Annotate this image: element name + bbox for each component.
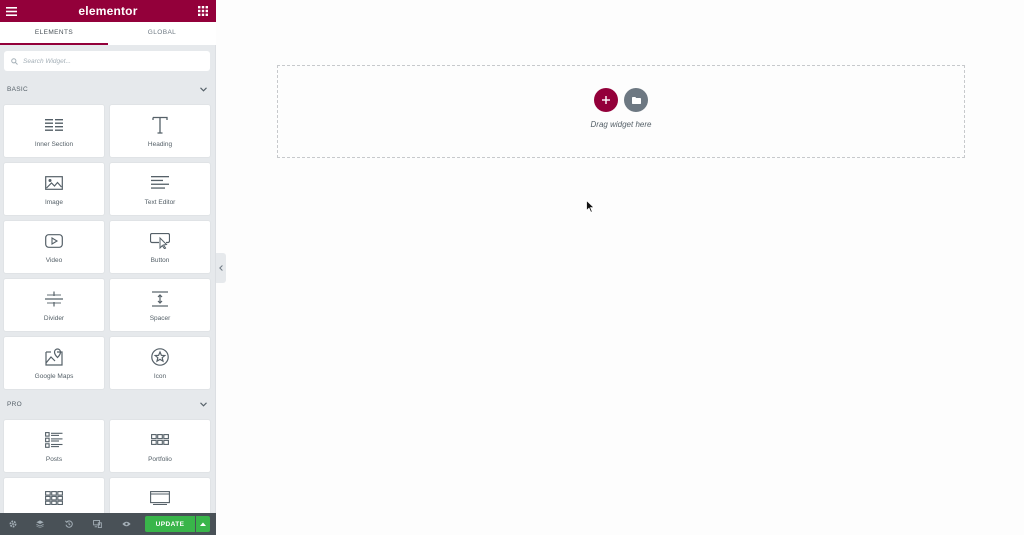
settings-icon[interactable] xyxy=(0,513,25,535)
widget-label: Icon xyxy=(153,372,167,380)
widget-label: Portfolio xyxy=(148,455,172,463)
widget-label: Video xyxy=(45,256,63,264)
widget-image[interactable]: Image xyxy=(4,163,104,215)
dropzone-buttons xyxy=(594,88,648,112)
widget-inner-section[interactable]: Inner Section xyxy=(4,105,104,157)
search-box xyxy=(4,51,210,71)
spacer-icon xyxy=(151,289,169,309)
widget-label: Button xyxy=(150,256,170,264)
caret-up-icon[interactable] xyxy=(196,516,210,532)
panel-title: elementor xyxy=(78,4,138,18)
update-button[interactable]: UPDATE xyxy=(145,516,195,532)
add-section-button[interactable] xyxy=(594,88,618,112)
chevron-left-icon xyxy=(219,265,223,271)
widget-heading[interactable]: Heading xyxy=(110,105,210,157)
tab-elements[interactable]: ELEMENTS xyxy=(0,22,108,45)
elements-panel: elementor ELEMENTS GLOBAL BASIC xyxy=(0,0,216,535)
widget-label: Posts xyxy=(45,455,63,463)
widget-label: Heading xyxy=(147,140,173,148)
widget-icon[interactable]: Icon xyxy=(110,337,210,389)
gallery-icon xyxy=(45,488,63,507)
divider-icon xyxy=(45,289,63,309)
inner-section-icon xyxy=(45,115,63,135)
tab-global[interactable]: GLOBAL xyxy=(108,22,216,45)
panel-header: elementor xyxy=(0,0,216,22)
widget-label: Google Maps xyxy=(34,372,74,380)
collapse-panel-button[interactable] xyxy=(216,253,226,283)
folder-icon xyxy=(631,96,641,104)
elementor-editor: elementor ELEMENTS GLOBAL BASIC xyxy=(0,0,1024,535)
widget-label: Image xyxy=(44,198,64,206)
widget-label: Inner Section xyxy=(34,140,74,148)
google-maps-icon xyxy=(45,347,63,367)
widget-spacer[interactable]: Spacer xyxy=(110,279,210,331)
empty-section-dropzone[interactable]: Drag widget here xyxy=(277,65,965,158)
chevron-down-icon xyxy=(200,86,207,92)
panel-tabs: ELEMENTS GLOBAL xyxy=(0,22,216,45)
widget-label: Spacer xyxy=(149,314,171,322)
video-icon xyxy=(45,231,63,251)
search-input[interactable] xyxy=(23,57,193,65)
responsive-icon[interactable] xyxy=(83,513,112,535)
add-template-button[interactable] xyxy=(624,88,648,112)
search-icon xyxy=(11,57,18,65)
menu-icon[interactable] xyxy=(0,0,22,22)
widgets-grid-icon[interactable] xyxy=(192,0,214,22)
widget-gallery[interactable] xyxy=(4,478,104,513)
category-pro[interactable]: PRO xyxy=(0,396,216,412)
widget-text-editor[interactable]: Text Editor xyxy=(110,163,210,215)
category-title: PRO xyxy=(7,400,22,408)
text-editor-icon xyxy=(151,173,169,193)
widget-portfolio[interactable]: Portfolio xyxy=(110,420,210,472)
widget-divider[interactable]: Divider xyxy=(4,279,104,331)
image-icon xyxy=(45,173,63,193)
widget-label: Divider xyxy=(43,314,65,322)
widget-slides[interactable] xyxy=(110,478,210,513)
category-basic[interactable]: BASIC xyxy=(0,81,216,97)
drag-widget-hint: Drag widget here xyxy=(590,120,652,129)
panel-footer: UPDATE xyxy=(0,513,216,535)
navigator-icon[interactable] xyxy=(25,513,54,535)
history-icon[interactable] xyxy=(54,513,83,535)
widget-posts[interactable]: Posts xyxy=(4,420,104,472)
widget-google-maps[interactable]: Google Maps xyxy=(4,337,104,389)
widget-video[interactable]: Video xyxy=(4,221,104,273)
chevron-down-icon xyxy=(200,401,207,407)
portfolio-icon xyxy=(151,430,169,450)
plus-icon xyxy=(602,96,610,104)
star-icon xyxy=(151,347,169,367)
slides-icon xyxy=(150,488,170,507)
mouse-cursor-icon xyxy=(586,199,596,218)
category-title: BASIC xyxy=(7,85,29,93)
preview-icon[interactable] xyxy=(112,513,141,535)
posts-icon xyxy=(45,430,63,450)
widget-button[interactable]: Button xyxy=(110,221,210,273)
button-icon xyxy=(150,231,170,251)
widget-label: Text Editor xyxy=(144,198,176,206)
heading-icon xyxy=(152,115,168,135)
